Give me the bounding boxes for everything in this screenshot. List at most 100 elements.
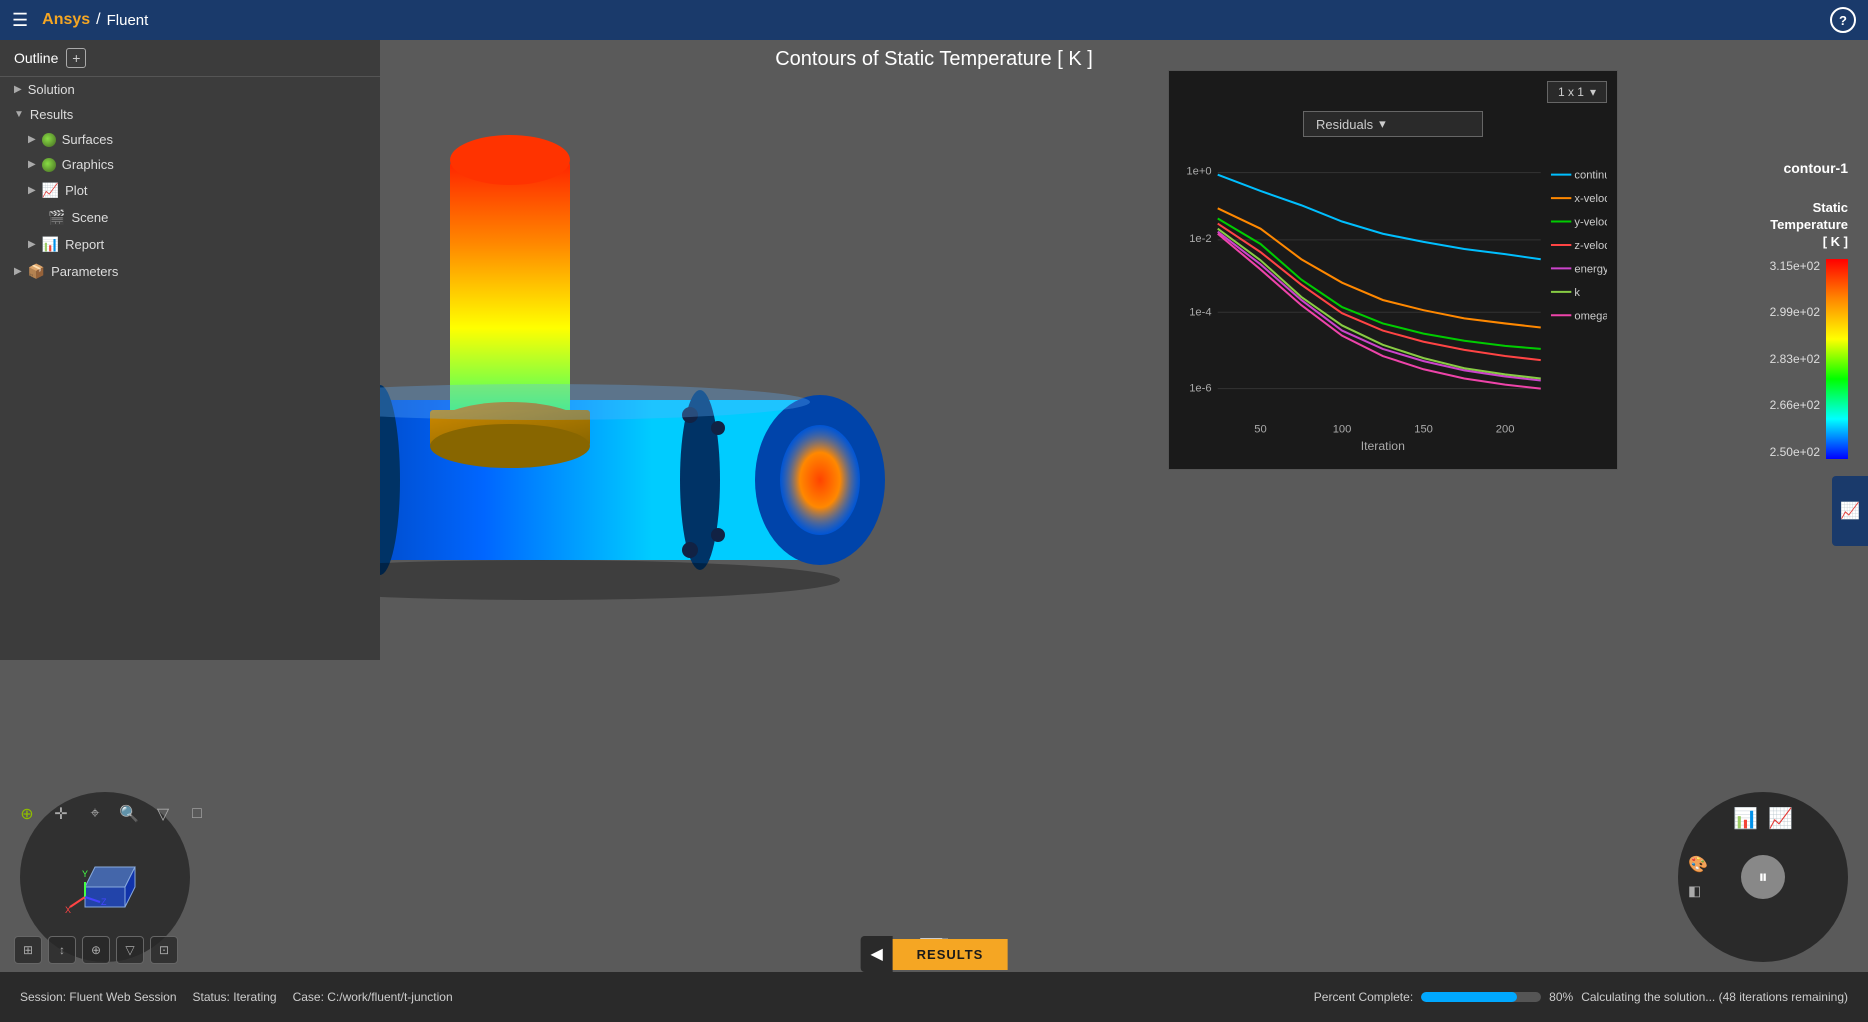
results-tab-toggle[interactable]: ◀ <box>861 936 893 972</box>
contour-label: contour-1 <box>1783 160 1848 176</box>
sidebar-item-label-surfaces: Surfaces <box>62 132 113 147</box>
results-tab-area: ◀ RESULTS <box>861 936 1008 972</box>
svg-text:1e-6: 1e-6 <box>1189 383 1211 395</box>
calculating-label: Calculating the solution... (48 iteratio… <box>1581 990 1848 1004</box>
right-chart-icon2[interactable]: 📈 <box>1768 806 1793 831</box>
nav-zoom-button[interactable]: 🔍 <box>116 801 142 827</box>
svg-text:150: 150 <box>1414 423 1433 435</box>
sidebar-item-report[interactable]: ▶ 📊 Report <box>0 231 380 258</box>
topbar: ☰ Ansys / Fluent ? <box>0 0 1868 40</box>
sidebar-item-parameters[interactable]: ▶ 📦 Parameters <box>0 258 380 285</box>
percent-complete: Percent Complete: 80% Calculating the so… <box>1314 990 1848 1004</box>
bottom-bar: Session: Fluent Web Session Status: Iter… <box>0 972 1868 1022</box>
arrow-report: ▶ <box>28 239 36 250</box>
session-label: Session: Fluent Web Session <box>20 990 177 1004</box>
sidebar-toggle-right[interactable]: 📈 <box>1832 476 1868 546</box>
nav-clip-button[interactable]: □ <box>184 801 210 827</box>
progress-bar <box>1421 992 1517 1002</box>
parameters-icon: 📦 <box>28 263 45 280</box>
svg-text:X: X <box>65 905 71 915</box>
color-bar-wrapper: 3.15e+02 2.99e+02 2.83e+02 2.66e+02 2.50… <box>1768 259 1848 459</box>
nav-copy-button[interactable]: ⊡ <box>150 936 178 964</box>
sidebar-item-surfaces[interactable]: ▶ Surfaces <box>0 127 380 152</box>
percent-label: Percent Complete: <box>1314 990 1413 1004</box>
svg-text:1e-2: 1e-2 <box>1189 233 1211 245</box>
sidebar-item-plot[interactable]: ▶ 📈 Plot <box>0 177 380 204</box>
svg-text:x-velocity: x-velocity <box>1574 193 1607 205</box>
sidebar-item-scene[interactable]: 🎬 Scene <box>0 204 380 231</box>
sidebar-item-label-report: Report <box>65 237 104 252</box>
svg-text:200: 200 <box>1496 423 1515 435</box>
right-side-icon1[interactable]: 🎨 <box>1688 855 1708 875</box>
status-label: Status: Iterating <box>193 990 277 1004</box>
report-icon: 📊 <box>42 236 59 253</box>
chart-header: 1 x 1 ▾ <box>1179 81 1607 103</box>
help-button[interactable]: ? <box>1830 7 1856 33</box>
nav-filter-button[interactable]: ▽ <box>150 801 176 827</box>
app-logo: Ansys <box>42 11 90 29</box>
plot-icon: 📈 <box>42 182 59 199</box>
arrow-results: ▼ <box>14 109 24 120</box>
percent-value: 80% <box>1549 990 1573 1004</box>
sidebar-item-label-graphics: Graphics <box>62 157 114 172</box>
app-name: Fluent <box>107 12 149 29</box>
sidebar-item-graphics[interactable]: ▶ Graphics <box>0 152 380 177</box>
color-value-5: 2.50e+02 <box>1768 445 1820 459</box>
nav-filter2-button[interactable]: ▽ <box>116 936 144 964</box>
nav-top-icons: ⊕ ✛ ⌖ 🔍 ▽ □ <box>14 801 210 827</box>
results-tab-button[interactable]: RESULTS <box>893 939 1008 970</box>
sidebar-item-label-results: Results <box>30 107 73 122</box>
graphics-icon <box>42 158 56 172</box>
arrow-parameters: ▶ <box>14 266 22 277</box>
nav-crosshair-button[interactable]: ✛ <box>48 801 74 827</box>
chart-icon: 📈 <box>1840 501 1860 521</box>
svg-text:Z: Z <box>101 897 107 907</box>
nav-zoom-fit-button[interactable]: ⊞ <box>14 936 42 964</box>
nav-pan-button[interactable]: ↕ <box>48 936 76 964</box>
outline-label: Outline <box>14 50 58 66</box>
left-panel: Outline + ▶ Solution ▼ Results ▶ Surface… <box>0 40 380 660</box>
sidebar-item-results[interactable]: ▼ Results <box>0 102 380 127</box>
color-value-2: 2.99e+02 <box>1768 305 1820 319</box>
svg-text:100: 100 <box>1333 423 1352 435</box>
sidebar-item-label-parameters: Parameters <box>51 264 118 279</box>
sidebar-item-solution[interactable]: ▶ Solution <box>0 77 380 102</box>
svg-text:z-velocity: z-velocity <box>1574 240 1607 252</box>
right-side-icon2[interactable]: ◧ <box>1688 883 1708 900</box>
session-info: Session: Fluent Web Session Status: Iter… <box>20 990 453 1004</box>
sidebar-item-label-solution: Solution <box>28 82 75 97</box>
color-value-4: 2.66e+02 <box>1768 398 1820 412</box>
color-labels: 3.15e+02 2.99e+02 2.83e+02 2.66e+02 2.50… <box>1768 259 1820 459</box>
menu-icon[interactable]: ☰ <box>12 10 28 31</box>
svg-text:y-velocity: y-velocity <box>1574 217 1607 229</box>
separator: / <box>96 11 100 29</box>
surfaces-icon <box>42 133 56 147</box>
svg-text:50: 50 <box>1254 423 1266 435</box>
outline-header: Outline + <box>0 40 380 77</box>
arrow-surfaces: ▶ <box>28 134 36 145</box>
color-bar <box>1826 259 1848 459</box>
nav-cube-svg: X Y Z <box>65 837 145 917</box>
arrow-plot: ▶ <box>28 185 36 196</box>
nav-circle-button[interactable]: ⊕ <box>14 801 40 827</box>
chart-layout-button[interactable]: 1 x 1 ▾ <box>1547 81 1607 103</box>
svg-text:1e-4: 1e-4 <box>1189 306 1211 318</box>
right-chart-icon1[interactable]: 📊 <box>1733 806 1758 831</box>
nav-zoom2-button[interactable]: ⊕ <box>82 936 110 964</box>
nav-axes-button[interactable]: ⌖ <box>82 801 108 827</box>
outline-add-button[interactable]: + <box>66 48 86 68</box>
svg-text:k: k <box>1574 287 1580 299</box>
color-value-1: 3.15e+02 <box>1768 259 1820 273</box>
color-value-3: 2.83e+02 <box>1768 352 1820 366</box>
arrow-graphics: ▶ <box>28 159 36 170</box>
color-scale: Static Temperature [ K ] 3.15e+02 2.99e+… <box>1768 200 1848 459</box>
svg-text:1e+0: 1e+0 <box>1186 166 1211 178</box>
chart-type-dropdown[interactable]: Residuals ▾ <box>1303 111 1483 137</box>
sidebar-item-label-scene: Scene <box>71 210 108 225</box>
arrow-solution: ▶ <box>14 84 22 95</box>
svg-text:Y: Y <box>82 869 88 879</box>
nav-toolbar: ⊞ ↕ ⊕ ▽ ⊡ <box>14 936 178 964</box>
pause-button[interactable]: ⏸ <box>1741 855 1785 899</box>
chart-canvas: 1e+0 1e-2 1e-4 1e-6 50 100 150 200 Itera… <box>1179 145 1607 455</box>
right-widget: 📊 📈 🎨 ◧ ⏸ <box>1678 792 1848 962</box>
